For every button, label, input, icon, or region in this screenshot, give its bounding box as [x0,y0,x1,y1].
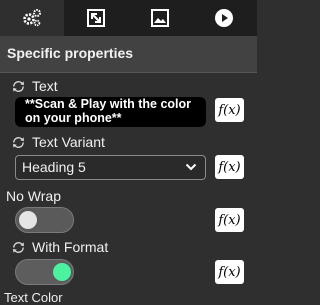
section-header[interactable]: Specific properties [0,36,257,73]
text-value-line-2: on your phone** [25,111,122,125]
tab-resize[interactable] [64,0,128,36]
gears-icon [23,9,41,27]
resize-icon [87,9,105,27]
no-wrap-fx-button[interactable]: f(x) [215,208,244,232]
text-variant-label-row: Text Variant [0,132,105,152]
with-format-toggle[interactable] [15,259,74,285]
tab-image[interactable] [128,0,192,36]
section-title: Specific properties [7,45,134,61]
no-wrap-label: No Wrap [6,188,61,204]
text-input[interactable]: **Scan & Play with the color on your pho… [15,97,206,127]
toggle-knob [19,211,37,229]
sync-icon[interactable] [11,135,26,150]
sync-icon[interactable] [11,79,26,94]
text-color-label: Text Color [4,290,63,305]
text-fx-button[interactable]: f(x) [215,98,244,122]
sync-icon[interactable] [11,240,26,255]
with-format-label-row: With Format [0,237,108,257]
text-variant-select[interactable]: Heading 5 [15,155,206,180]
tab-settings[interactable] [0,0,64,36]
text-label: Text [32,78,58,94]
with-format-label: With Format [32,239,109,255]
with-format-fx-button[interactable]: f(x) [215,260,244,284]
chevron-down-icon [185,163,197,171]
tab-bar [0,0,257,36]
text-value-line-1: **Scan & Play with the color [25,97,192,111]
tab-play[interactable] [192,0,256,36]
no-wrap-toggle[interactable] [15,207,74,233]
text-variant-label: Text Variant [32,134,105,150]
image-icon [151,9,169,27]
text-property-label-row: Text [0,76,58,96]
text-variant-value: Heading 5 [22,159,86,175]
toggle-knob [53,263,71,281]
play-icon [215,9,233,27]
text-variant-fx-button[interactable]: f(x) [215,155,244,179]
no-wrap-label-row: No Wrap [0,186,61,206]
